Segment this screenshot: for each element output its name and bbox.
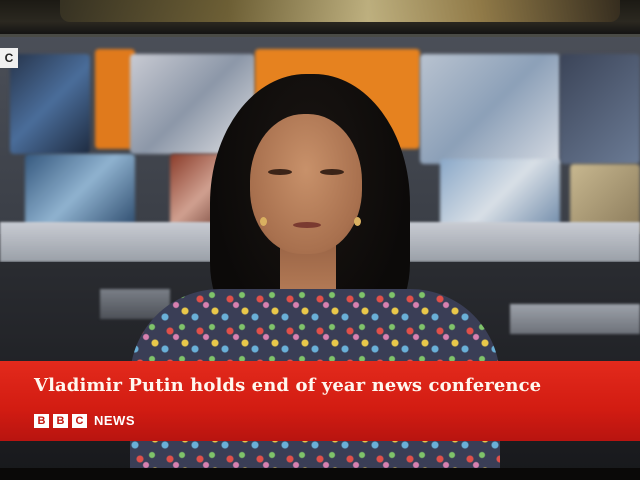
background-monitor xyxy=(560,54,640,164)
earring-icon xyxy=(260,217,267,226)
presenter-mouth xyxy=(293,222,321,228)
logo-block-b2: B xyxy=(53,413,68,428)
logo-block-b1: B xyxy=(34,413,49,428)
tv-screen: C Vladimir Putin holds end of year news … xyxy=(0,34,640,480)
tv-photo: C Vladimir Putin holds end of year news … xyxy=(0,0,640,480)
background-monitor xyxy=(25,154,135,229)
shelf-objects xyxy=(60,0,620,22)
bbc-news-logo: B B C NEWS xyxy=(34,413,135,428)
news-lower-third: Vladimir Putin holds end of year news co… xyxy=(0,361,640,441)
presenter-eye-left xyxy=(268,169,292,175)
tv-bezel-bottom xyxy=(0,468,640,480)
logo-block-c: C xyxy=(72,413,87,428)
presenter-face xyxy=(250,114,362,254)
screen-edge xyxy=(0,34,640,37)
logo-news-text: NEWS xyxy=(94,413,135,428)
earring-icon xyxy=(354,217,361,226)
headline-text: Vladimir Putin holds end of year news co… xyxy=(34,375,542,396)
studio-panel xyxy=(510,304,640,334)
background-monitor xyxy=(10,54,90,154)
channel-corner-badge: C xyxy=(0,48,18,68)
tv-bezel-top xyxy=(0,0,640,36)
presenter-eye-right xyxy=(320,169,344,175)
